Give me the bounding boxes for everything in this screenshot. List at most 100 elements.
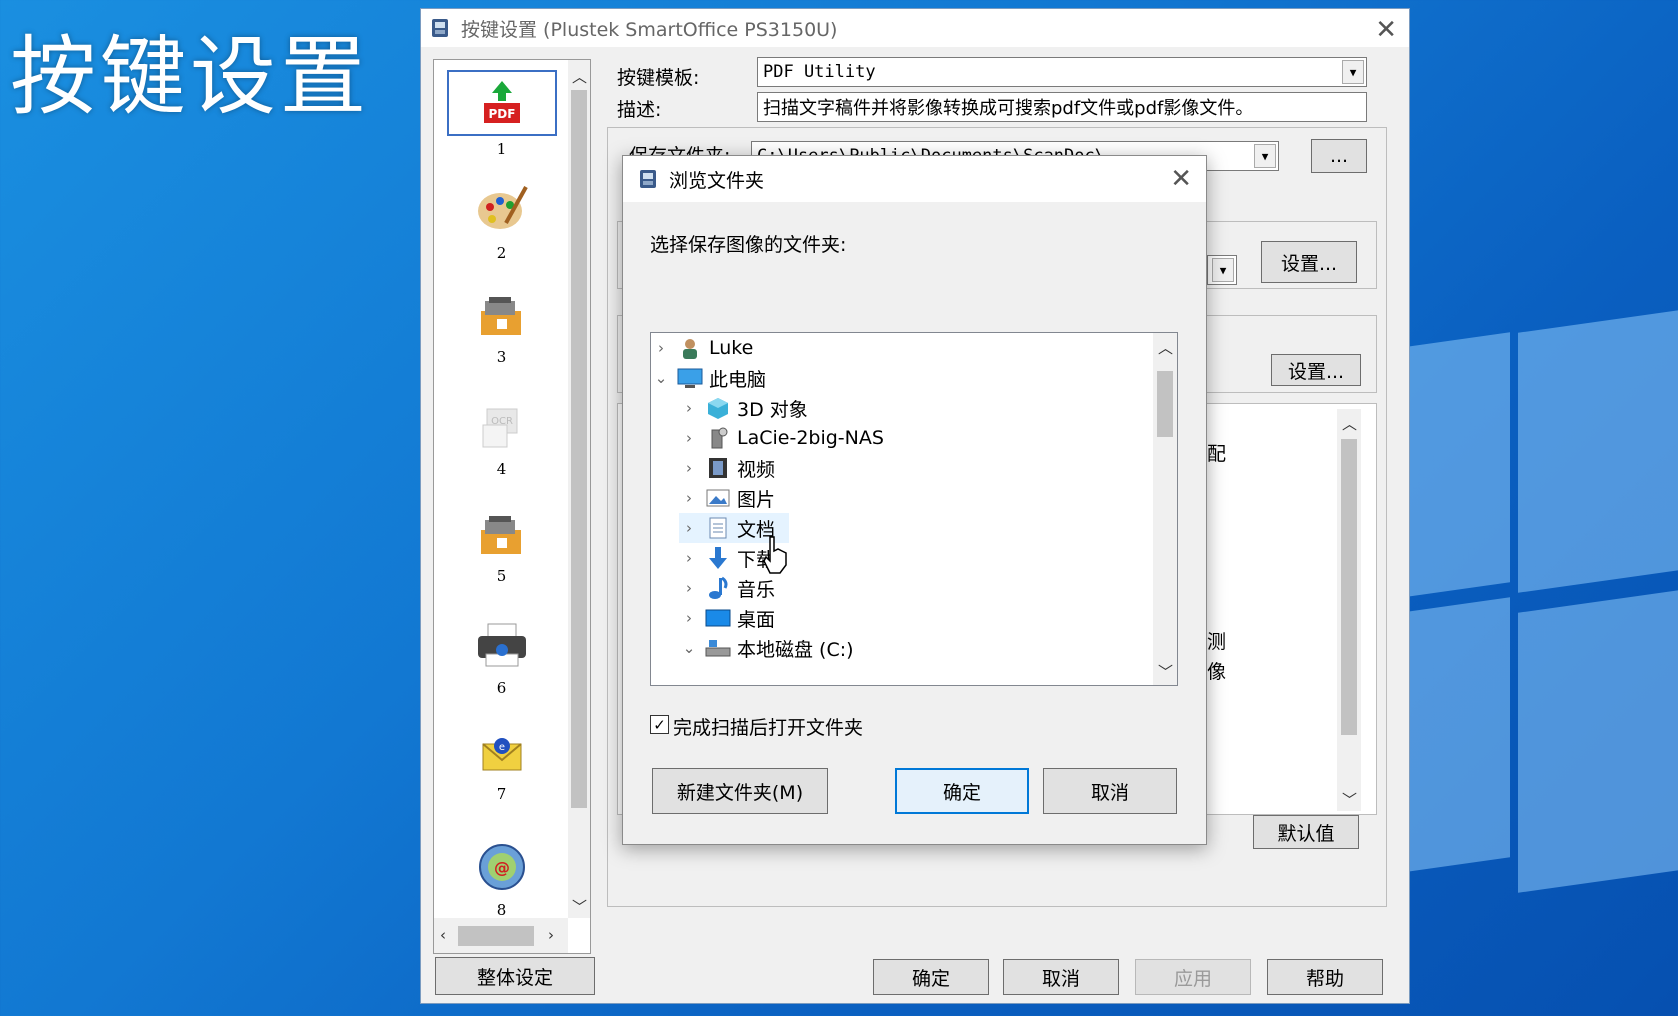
tree-item-this-pc[interactable]: ⌄ 此电脑 — [651, 363, 766, 393]
chevron-down-icon[interactable]: ▼ — [1342, 60, 1364, 84]
chevron-right-icon[interactable]: › — [679, 519, 699, 537]
ok-button[interactable]: 确定 — [873, 959, 989, 995]
option-combobox[interactable]: ▼ — [1207, 255, 1237, 285]
tree-item-label: 视频 — [737, 458, 776, 481]
ocr-icon: OCR — [482, 408, 517, 448]
open-folder-checkbox[interactable]: ✓ — [650, 715, 669, 734]
chevron-right-icon[interactable]: › — [679, 429, 699, 447]
tree-item-label: 桌面 — [737, 608, 776, 631]
options-vscrollbar[interactable]: ︿ ﹀ — [1337, 409, 1361, 811]
dialog-title: 浏览文件夹 — [669, 169, 765, 192]
icon-item-1[interactable]: PDF 1 — [434, 70, 569, 158]
folder-tree: › Luke ⌄ 此电脑 › 3D 对象 › LaCie-2big-NAS › … — [650, 332, 1178, 686]
svg-text:PDF: PDF — [488, 107, 515, 121]
close-icon[interactable]: ✕ — [1375, 15, 1397, 45]
chevron-right-icon[interactable]: › — [679, 459, 699, 477]
apply-button[interactable]: 应用 — [1135, 959, 1251, 995]
dialog-titlebar: 浏览文件夹 ✕ — [623, 156, 1206, 202]
tree-item-label: 音乐 — [737, 578, 776, 601]
hand-cursor-icon — [763, 536, 787, 574]
chevron-down-icon[interactable]: ﹀ — [1342, 789, 1357, 810]
video-icon — [705, 456, 731, 480]
icon-item-number: 5 — [496, 567, 507, 585]
tree-scroll-thumb[interactable] — [1157, 371, 1173, 437]
tree-item-pictures[interactable]: › 图片 — [679, 483, 775, 513]
help-button[interactable]: 帮助 — [1267, 959, 1383, 995]
documents-icon — [705, 516, 731, 540]
printer-icon — [477, 623, 526, 667]
computer-icon — [677, 366, 703, 390]
icon-item-5[interactable]: 5 — [434, 512, 569, 585]
hscroll-thumb[interactable] — [458, 926, 534, 946]
icon-item-3[interactable]: 3 — [434, 293, 569, 366]
tree-vscrollbar[interactable]: ︿ ﹀ — [1153, 333, 1177, 685]
tree-item-label: 3D 对象 — [737, 398, 808, 421]
chevron-down-icon[interactable]: ﹀ — [1158, 661, 1173, 682]
chevron-right-icon[interactable]: › — [679, 609, 699, 627]
icon-item-7[interactable]: e 7 — [434, 732, 569, 803]
dialog-cancel-button[interactable]: 取消 — [1043, 768, 1177, 814]
tree-item-videos[interactable]: › 视频 — [679, 453, 775, 483]
windows-logo — [1400, 300, 1678, 1016]
icon-item-number: 3 — [496, 348, 507, 366]
icon-item-4[interactable]: OCR 4 — [434, 405, 569, 478]
chevron-right-icon[interactable]: › — [679, 399, 699, 417]
chevron-up-icon[interactable]: ︿ — [1342, 413, 1357, 434]
close-icon[interactable]: ✕ — [1170, 164, 1192, 194]
cube-icon — [705, 396, 731, 420]
settings-button-2[interactable]: 设置... — [1271, 354, 1361, 386]
default-button[interactable]: 默认值 — [1253, 815, 1359, 849]
open-folder-label: 完成扫描后打开文件夹 — [673, 717, 864, 739]
drive-icon — [705, 636, 731, 660]
new-folder-button[interactable]: 新建文件夹(M) — [652, 768, 828, 814]
description-label: 描述: — [617, 99, 662, 121]
global-settings-button[interactable]: 整体设定 — [435, 957, 595, 995]
vscroll-thumb[interactable] — [571, 90, 587, 808]
tree-item-label: 此电脑 — [709, 368, 767, 391]
overlay-title: 按键设置 — [10, 27, 370, 127]
chevron-right-icon[interactable]: › — [651, 339, 671, 357]
tree-item-3d-objects[interactable]: › 3D 对象 — [679, 393, 808, 423]
icon-list-hscrollbar[interactable]: ‹ › — [434, 918, 568, 953]
chevron-down-icon[interactable]: ▼ — [1212, 258, 1234, 282]
tree-item-label: Luke — [709, 337, 754, 359]
tree-item-music[interactable]: › 音乐 — [679, 573, 775, 603]
icon-list-vscrollbar[interactable]: ︿ ﹀ — [568, 60, 590, 918]
chevron-left-icon[interactable]: ‹ — [440, 926, 446, 944]
icon-item-6[interactable]: 6 — [434, 622, 569, 697]
options-scroll-thumb[interactable] — [1341, 439, 1357, 735]
dialog-prompt: 选择保存图像的文件夹: — [650, 234, 847, 256]
cancel-button[interactable]: 取消 — [1003, 959, 1119, 995]
tree-item-local-disk-c[interactable]: ⌄ 本地磁盘 (C:) — [679, 633, 854, 663]
dialog-ok-button[interactable]: 确定 — [895, 768, 1029, 814]
chevron-right-icon[interactable]: › — [679, 489, 699, 507]
description-value: 扫描文字稿件并将影像转换成可搜索pdf文件或pdf影像文件。 — [763, 98, 1254, 119]
template-value: PDF Utility — [763, 62, 876, 82]
chevron-right-icon[interactable]: › — [548, 926, 554, 944]
chevron-right-icon[interactable]: › — [679, 549, 699, 567]
browse-folder-dialog: 浏览文件夹 ✕ 选择保存图像的文件夹: › Luke ⌄ 此电脑 › 3D 对象 — [622, 155, 1207, 845]
chevron-down-icon[interactable]: ⌄ — [651, 369, 671, 387]
tree-item-nas[interactable]: › LaCie-2big-NAS — [679, 423, 884, 453]
chevron-down-icon[interactable]: ▼ — [1254, 144, 1276, 168]
chevron-up-icon[interactable]: ︿ — [572, 66, 587, 87]
window-titlebar: 按键设置 (Plustek SmartOffice PS3150U) ✕ — [421, 9, 1409, 47]
description-field[interactable]: 扫描文字稿件并将影像转换成可搜索pdf文件或pdf影像文件。 — [757, 92, 1367, 122]
chevron-down-icon[interactable]: ⌄ — [679, 639, 699, 657]
icon-item-number: 6 — [496, 679, 507, 697]
tree-item-luke[interactable]: › Luke — [651, 333, 753, 363]
chevron-right-icon[interactable]: › — [679, 579, 699, 597]
icon-item-8[interactable]: @ 8 — [434, 842, 569, 919]
music-icon — [705, 576, 731, 600]
chevron-down-icon[interactable]: ﹀ — [572, 896, 587, 917]
template-combobox[interactable]: PDF Utility ▼ — [757, 57, 1367, 87]
chevron-up-icon[interactable]: ︿ — [1158, 337, 1173, 358]
scanner-app-icon — [432, 19, 448, 37]
icon-item-2[interactable]: 2 — [434, 183, 569, 262]
pdf-icon: PDF — [483, 81, 520, 123]
settings-button-1[interactable]: 设置... — [1261, 241, 1357, 283]
tree-item-label: 图片 — [737, 488, 776, 511]
icon-item-number: 1 — [496, 140, 507, 158]
tree-item-desktop[interactable]: › 桌面 — [679, 603, 775, 633]
browse-button[interactable]: ... — [1311, 139, 1367, 173]
